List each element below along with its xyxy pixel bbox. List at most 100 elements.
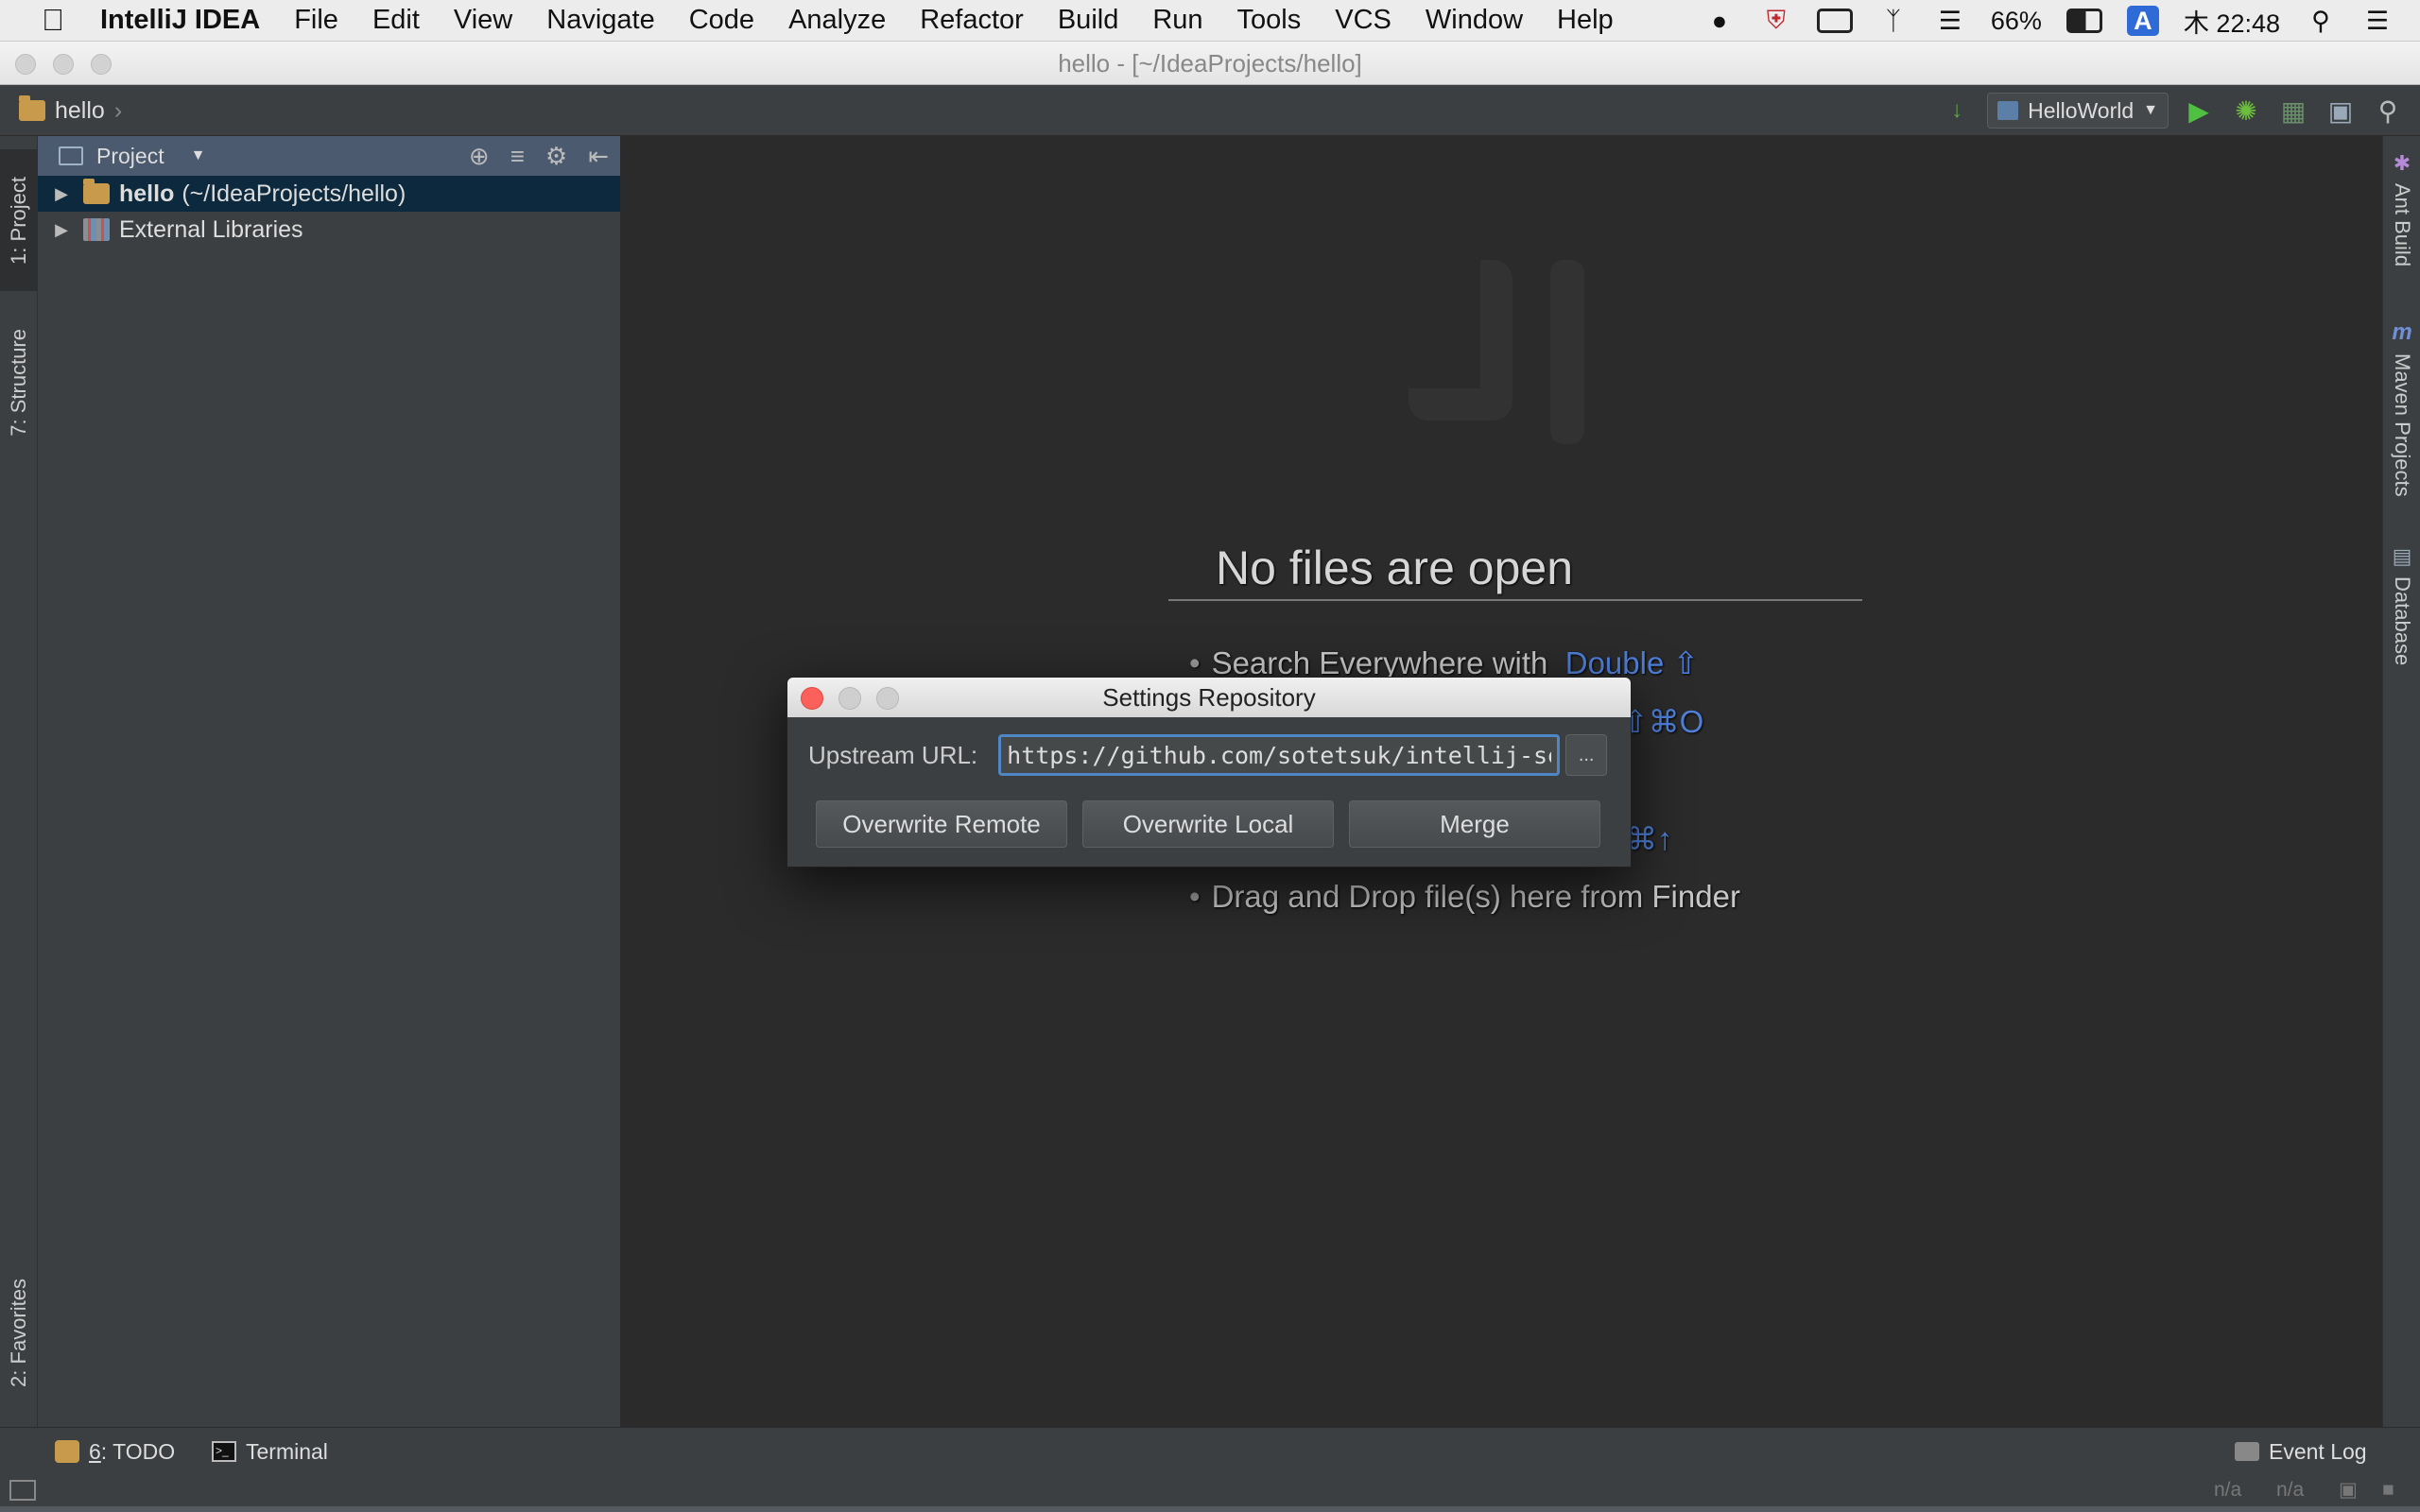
- search-everywhere-icon[interactable]: ⚲: [2371, 94, 2405, 128]
- event-log-label: Event Log: [2269, 1438, 2367, 1464]
- menu-analyze[interactable]: Analyze: [788, 5, 886, 36]
- menu-view[interactable]: View: [454, 5, 512, 36]
- upstream-url-input[interactable]: [998, 734, 1561, 776]
- tab-terminal[interactable]: >_ Terminal: [212, 1428, 328, 1475]
- hide-panel-icon[interactable]: ⇤: [588, 142, 609, 171]
- tree-item-external-libraries[interactable]: ▶ External Libraries: [38, 212, 620, 248]
- tab-favorites-label: 2: Favorites: [7, 1278, 30, 1387]
- run-icon[interactable]: ▶: [2182, 94, 2216, 128]
- desktop-strip: [0, 1506, 2420, 1512]
- menu-navigate[interactable]: Navigate: [546, 5, 654, 36]
- menubar-clock[interactable]: 木 22:48: [2184, 3, 2280, 40]
- right-tool-stripe: ✱ Ant Build m Maven Projects ▤ Database: [2382, 136, 2420, 1427]
- tree-item-path: (~/IdeaProjects/hello): [182, 180, 406, 207]
- project-view-select[interactable]: Project: [96, 144, 164, 169]
- menu-refactor[interactable]: Refactor: [920, 5, 1024, 36]
- tab-ant-build[interactable]: ✱ Ant Build: [2383, 151, 2420, 266]
- project-folder-icon: [19, 95, 45, 121]
- tab-project-label: 1: Project: [7, 176, 30, 265]
- bluetooth-icon[interactable]: ᛉ: [1877, 7, 1910, 35]
- expand-arrow-icon[interactable]: ▶: [47, 220, 76, 240]
- notification-center-icon[interactable]: ☰: [2361, 7, 2394, 35]
- lock-icon[interactable]: ▣: [2339, 1474, 2358, 1506]
- app-menu[interactable]: IntelliJ IDEA: [100, 5, 260, 36]
- vcs-update-icon[interactable]: ↓: [1940, 94, 1974, 128]
- tab-maven-projects[interactable]: m Maven Projects: [2383, 319, 2420, 497]
- terminal-icon: >_: [212, 1441, 236, 1462]
- tab-project[interactable]: 1: Project: [0, 149, 38, 291]
- tab-ant-build-label: Ant Build: [2391, 183, 2414, 267]
- menu-build[interactable]: Build: [1058, 5, 1119, 36]
- tab-favorites[interactable]: 2: Favorites: [0, 1247, 38, 1418]
- dialog-close-button[interactable]: [801, 687, 823, 710]
- ant-icon: ✱: [2393, 151, 2411, 175]
- apple-menu-icon[interactable]: : [26, 3, 79, 38]
- spotlight-search-icon[interactable]: ⚲: [2305, 7, 2337, 35]
- breadcrumb[interactable]: hello ›: [19, 85, 122, 136]
- memory-icon[interactable]: [1816, 9, 1853, 33]
- wifi-icon[interactable]: ☰: [1934, 7, 1966, 35]
- battery-percent[interactable]: 66%: [1991, 7, 2042, 36]
- tab-maven-projects-label: Maven Projects: [2391, 353, 2414, 497]
- merge-button[interactable]: Merge: [1349, 800, 1600, 848]
- tree-item-name: External Libraries: [119, 215, 303, 243]
- browse-button[interactable]: ...: [1565, 734, 1608, 776]
- menu-run[interactable]: Run: [1152, 5, 1202, 36]
- run-configuration-select[interactable]: HelloWorld ▼: [1987, 93, 2169, 129]
- tab-event-log[interactable]: Event Log: [2235, 1428, 2367, 1475]
- overwrite-local-button[interactable]: Overwrite Local: [1082, 800, 1334, 848]
- chevron-down-icon[interactable]: ▼: [191, 147, 206, 164]
- dialog-zoom-button[interactable]: [876, 687, 899, 710]
- hint-text: Drag and Drop file(s) here from Finder: [1211, 879, 1740, 914]
- menu-code[interactable]: Code: [689, 5, 754, 36]
- menu-vcs[interactable]: VCS: [1335, 5, 1392, 36]
- dialog-title: Settings Repository: [1102, 683, 1316, 712]
- debug-icon[interactable]: ✺: [2229, 94, 2263, 128]
- window-title: hello - [~/IdeaProjects/hello]: [1058, 49, 1362, 77]
- shield-icon[interactable]: ⛨: [1760, 6, 1792, 35]
- tab-structure[interactable]: 7: Structure: [0, 312, 38, 454]
- left-tool-stripe: 1: Project 7: Structure 2: Favorites: [0, 136, 38, 1427]
- todo-number: 6: [89, 1438, 101, 1464]
- hint-shortcut: ⇧⌘O: [1622, 704, 1704, 739]
- gear-icon[interactable]: ⚙: [545, 142, 567, 171]
- maven-icon: m: [2392, 319, 2412, 345]
- toggle-tool-windows-icon[interactable]: [9, 1480, 36, 1501]
- window-minimize-button[interactable]: [53, 54, 74, 75]
- overwrite-remote-button[interactable]: Overwrite Remote: [816, 800, 1067, 848]
- menu-help[interactable]: Help: [1557, 5, 1614, 36]
- project-tool-window: Project ▼ ⊕ ≡ ⚙ ⇤ ▶ hello (~/IdeaProject…: [38, 136, 622, 1427]
- menu-edit[interactable]: Edit: [372, 5, 420, 36]
- mouth-icon[interactable]: ●: [1703, 7, 1736, 35]
- intellij-watermark-icon: [1409, 260, 1588, 449]
- run-configuration-label: HelloWorld: [2028, 97, 2135, 123]
- menu-file[interactable]: File: [294, 5, 338, 36]
- database-icon: ▤: [2392, 544, 2412, 568]
- menu-window[interactable]: Window: [1426, 5, 1523, 36]
- window-close-button[interactable]: [15, 54, 36, 75]
- battery-icon[interactable]: [2066, 9, 2102, 33]
- hint-go-to-file: ⇧⌘O: [1622, 703, 1703, 740]
- inspector-icon[interactable]: ■: [2382, 1474, 2394, 1506]
- tree-item-hello[interactable]: ▶ hello (~/IdeaProjects/hello): [38, 176, 620, 212]
- collapse-all-icon[interactable]: ≡: [510, 142, 525, 171]
- upstream-url-label: Upstream URL:: [808, 740, 978, 769]
- libraries-icon: [83, 218, 110, 241]
- event-log-icon: [2235, 1442, 2259, 1461]
- todo-label: : TODO: [100, 1438, 176, 1464]
- tab-database[interactable]: ▤ Database: [2383, 544, 2420, 665]
- menu-tools[interactable]: Tools: [1237, 5, 1302, 36]
- tab-todo[interactable]: 6: TODO: [55, 1428, 175, 1475]
- hint-shortcut: ⌘↑: [1626, 821, 1673, 856]
- coverage-icon[interactable]: ▦: [2276, 94, 2310, 128]
- input-source-badge[interactable]: A: [2126, 6, 2159, 36]
- breadcrumb-project[interactable]: hello: [55, 97, 105, 125]
- dialog-minimize-button[interactable]: [838, 687, 861, 710]
- window-zoom-button[interactable]: [91, 54, 112, 75]
- no-files-title: No files are open: [1168, 541, 1862, 601]
- expand-arrow-icon[interactable]: ▶: [47, 184, 76, 204]
- breadcrumb-chevron-icon: ›: [113, 96, 123, 124]
- project-structure-icon[interactable]: ▣: [2324, 94, 2358, 128]
- scroll-from-source-icon[interactable]: ⊕: [469, 142, 490, 171]
- hint-drag-drop: • Drag and Drop file(s) here from Finder: [1189, 879, 1740, 914]
